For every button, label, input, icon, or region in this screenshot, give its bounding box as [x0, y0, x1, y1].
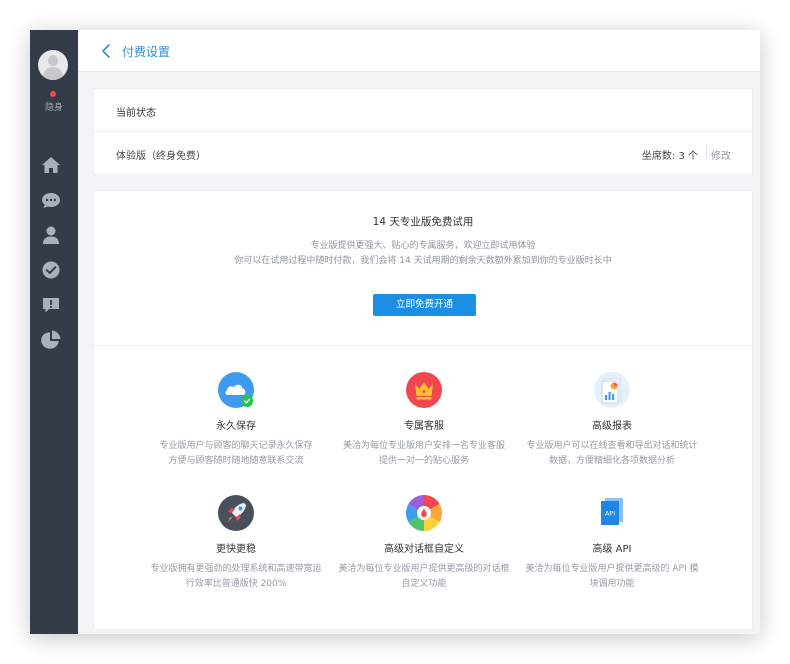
crown-icon: [406, 372, 442, 408]
section-title: 当前状态: [116, 108, 156, 119]
api-icon: API: [601, 498, 623, 525]
modify-link[interactable]: 修改: [711, 147, 731, 162]
avatar[interactable]: [38, 50, 68, 80]
feature-description: 美洽为每位专业版用户提供更高级的 API 模 块调用功能: [525, 564, 699, 589]
chat-icon[interactable]: [41, 190, 61, 210]
feature-faster-stable: 更快更稳 专业版拥有更强劲的处理系统和高速带宽运 行效率比普通版快 200%: [142, 494, 330, 592]
feature-description: 专业版拥有更强劲的处理系统和高速带宽运 行效率比普通版快 200%: [150, 564, 322, 589]
feature-name: 高级 API: [592, 544, 632, 555]
pro-trial-panel: 14 天专业版免费试用 专业版提供更强大、贴心的专属服务，欢迎立即试用体验 你可…: [93, 190, 753, 630]
feature-name: 高级对话框自定义: [384, 544, 464, 555]
app-window: 隐身 付费设置 当前状态 体验版（终身免费） 坐席数: 3 个 修改 14 天专…: [30, 30, 760, 634]
color-wheel-icon: [405, 495, 443, 531]
status-dot: [50, 91, 56, 97]
header-bar: 付费设置: [78, 30, 760, 72]
status-label[interactable]: 隐身: [30, 100, 78, 113]
promo-line-2: 你可以在试用过程中随时付款，我们会将 14 天试用期的剩余天数额外累加到你的专业…: [234, 256, 612, 266]
promo-line-1: 专业版提供更强大、贴心的专属服务，欢迎立即试用体验: [310, 241, 536, 251]
promo-title: 14 天专业版免费试用: [372, 216, 474, 228]
feature-advanced-reports: 高级报表 专业版用户可以在线查看和导出对话和统计 数据，方便精细化各项数据分析: [518, 371, 706, 469]
feature-description: 专业版用户与顾客的聊天记录永久保存 方便与顾客随时随地随意联系交流: [159, 441, 313, 466]
svg-text:API: API: [605, 510, 615, 518]
feature-advanced-api: API 高级 API 美洽为每位专业版用户提供更高级的 API 模 块调用功能: [518, 494, 706, 592]
cloud-save-icon: [218, 372, 254, 408]
feature-description: 美洽为每位专业版用户安排一名专业客服 提供一对一的贴心服务: [342, 441, 505, 466]
message-alert-icon[interactable]: [41, 295, 61, 315]
home-icon[interactable]: [41, 155, 61, 175]
current-status-panel: 当前状态 体验版（终身免费） 坐席数: 3 个 修改: [93, 88, 753, 175]
feature-name: 专属客服: [404, 421, 444, 432]
seat-count: 坐席数: 3 个: [641, 151, 698, 162]
plan-name: 体验版（终身免费）: [116, 151, 206, 162]
rocket-icon: [218, 495, 254, 531]
feature-description: 美洽为每位专业版用户提供更高级的对话框 自定义功能: [338, 564, 510, 589]
feature-permanent-storage: 永久保存 专业版用户与顾客的聊天记录永久保存 方便与顾客随时随地随意联系交流: [142, 371, 330, 469]
divider: [94, 345, 752, 346]
feature-dedicated-support: 专属客服 美洽为每位专业版用户安排一名专业客服 提供一对一的贴心服务: [330, 371, 518, 469]
feature-name: 高级报表: [592, 421, 632, 432]
page-title: 付费设置: [122, 45, 171, 59]
sidebar: 隐身: [30, 30, 78, 634]
user-icon[interactable]: [41, 225, 61, 245]
feature-description: 专业版用户可以在线查看和导出对话和统计 数据，方便精细化各项数据分析: [526, 441, 698, 466]
report-icon: [594, 372, 630, 408]
back-chevron-icon[interactable]: [100, 43, 114, 59]
feature-name: 更快更稳: [216, 544, 256, 555]
plan-row: 体验版（终身免费） 坐席数: 3 个 修改: [94, 132, 752, 175]
check-circle-icon[interactable]: [41, 260, 61, 280]
divider: [706, 146, 707, 159]
pie-chart-icon[interactable]: [41, 330, 61, 350]
feature-name: 永久保存: [216, 421, 256, 432]
feature-dialog-customization: 高级对话框自定义 美洽为每位专业版用户提供更高级的对话框 自定义功能: [330, 494, 518, 592]
start-free-trial-button[interactable]: 立即免费开通: [373, 294, 476, 316]
